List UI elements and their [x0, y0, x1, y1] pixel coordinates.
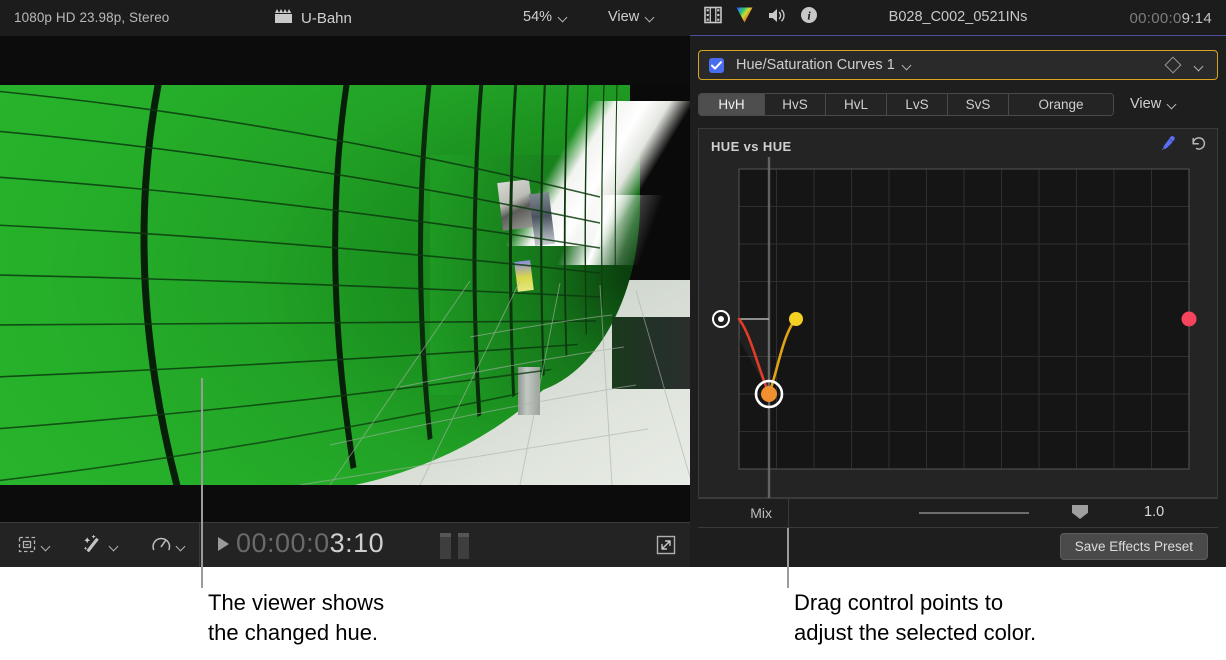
mix-slider-knob[interactable]: [1072, 505, 1088, 519]
chevron-down-icon: [177, 542, 186, 551]
right-edge-anchor-point[interactable]: [1182, 312, 1197, 327]
viewer-letterbox-bottom: [0, 485, 690, 522]
clip-format-info: 1080p HD 23.98p, Stereo: [14, 10, 169, 25]
tab-hvl[interactable]: HvL: [826, 94, 887, 115]
reset-arrow-icon[interactable]: [1189, 135, 1207, 157]
hue-curve-plot[interactable]: [699, 157, 1219, 499]
viewer-pane: 1080p HD 23.98p, Stereo U-Bahn 54% View: [0, 0, 690, 567]
curve-view-label: View: [1130, 96, 1161, 112]
effect-disclosure-chevron-down-icon[interactable]: [1195, 62, 1204, 71]
chevron-down-icon: [110, 542, 119, 551]
viewer-view-menu[interactable]: View: [608, 9, 655, 25]
play-triangle-icon[interactable]: [218, 537, 229, 551]
tab-lvs[interactable]: LvS: [887, 94, 948, 115]
yellow-control-point[interactable]: [789, 312, 803, 326]
viewer-letterbox-top: [0, 36, 690, 85]
save-effects-preset-button[interactable]: Save Effects Preset: [1060, 533, 1208, 560]
tunnel-tile-lines: [0, 85, 690, 485]
inspector-pane: i B028_C002_0521INs 00:00:09:14 Hue/Satu…: [690, 0, 1226, 567]
callout-background: [0, 567, 1226, 660]
hue-vs-hue-graph[interactable]: [699, 157, 1219, 499]
zoom-level-value: 54%: [523, 9, 552, 25]
curve-mode-segmented-control: HvH HvS HvL LvS SvS Orange: [698, 93, 1114, 116]
effect-menu-chevron-down-icon[interactable]: [903, 61, 912, 70]
inspector-timecode[interactable]: 00:00:09:14: [1129, 10, 1212, 27]
chevron-down-icon: [559, 13, 568, 22]
effect-header-row[interactable]: Hue/Saturation Curves 1: [698, 50, 1218, 80]
magic-wand-icon: [83, 534, 105, 559]
color-inspector-icon[interactable]: [735, 6, 754, 29]
video-inspector-icon[interactable]: [704, 6, 722, 29]
viewer-callout-leader-line: [201, 378, 203, 588]
expand-arrows-icon: [656, 542, 676, 559]
inspector-timecode-lead: 00:00:0: [1129, 10, 1181, 27]
curve-mode-tabs: HvH HvS HvL LvS SvS Orange View: [698, 92, 1218, 116]
diamond-keyframe-icon[interactable]: [1165, 57, 1182, 74]
curve-callout-leader-line: [787, 528, 789, 588]
crop-transform-icon: [17, 535, 37, 559]
viewer-toolbar: 1080p HD 23.98p, Stereo U-Bahn 54% View: [0, 0, 690, 36]
zoom-level-menu[interactable]: 54%: [523, 9, 568, 25]
clapperboard-icon: [274, 8, 293, 29]
viewer-timecode[interactable]: 00:00:03:10: [236, 528, 384, 559]
left-edge-anchor-point[interactable]: [713, 311, 729, 327]
preset-row: Save Effects Preset: [698, 528, 1218, 567]
viewer-clip-name: U-Bahn: [301, 10, 352, 27]
tab-orange[interactable]: Orange: [1009, 94, 1113, 115]
inspector-timecode-live: 9:14: [1182, 10, 1212, 27]
curve-callout-text: Drag control points to adjust the select…: [794, 588, 1036, 648]
viewer-timecode-lead: 00:00:0: [236, 528, 330, 558]
viewer-canvas[interactable]: [0, 85, 690, 485]
audio-inspector-icon[interactable]: [767, 7, 787, 29]
inspector-header: i B028_C002_0521INs 00:00:09:14: [690, 0, 1226, 36]
tab-hvs[interactable]: HvS: [765, 94, 826, 115]
viewer-timecode-live: 3:10: [330, 528, 385, 558]
tab-hvh[interactable]: HvH: [699, 94, 765, 115]
fullscreen-button[interactable]: [656, 535, 676, 560]
mix-label: Mix: [698, 505, 788, 521]
curve-panel-title: HUE vs HUE: [711, 139, 792, 154]
mix-value[interactable]: 1.0: [1144, 504, 1164, 520]
effect-name-label: Hue/Saturation Curves 1: [736, 57, 895, 73]
enhance-tool-button[interactable]: [80, 531, 122, 562]
transform-tool-button[interactable]: [14, 532, 54, 562]
viewer-view-label: View: [608, 9, 639, 25]
hue-curve-panel: HUE vs HUE: [698, 128, 1218, 498]
eyedropper-icon[interactable]: [1160, 135, 1177, 157]
effect-enabled-checkbox[interactable]: [709, 58, 724, 73]
tab-svs[interactable]: SvS: [948, 94, 1009, 115]
mix-slider-track[interactable]: [919, 512, 1029, 514]
speedometer-icon: [151, 534, 172, 559]
audio-meter-icon: [440, 533, 469, 559]
chevron-down-icon: [646, 13, 655, 22]
tunnel-image: [0, 85, 690, 485]
mix-parameter-row: Mix 1.0: [698, 498, 1218, 528]
info-inspector-icon[interactable]: i: [800, 6, 818, 29]
curve-view-menu[interactable]: View: [1130, 96, 1177, 112]
viewer-callout-text: The viewer shows the changed hue.: [208, 588, 384, 648]
transport-divider: [199, 523, 200, 568]
viewer-transport-bar: 00:00:03:10: [0, 522, 690, 567]
chevron-down-icon: [1168, 100, 1177, 109]
retime-tool-button[interactable]: [148, 531, 189, 562]
viewer-clip-name-group[interactable]: U-Bahn: [274, 8, 352, 29]
chevron-down-icon: [42, 542, 51, 551]
